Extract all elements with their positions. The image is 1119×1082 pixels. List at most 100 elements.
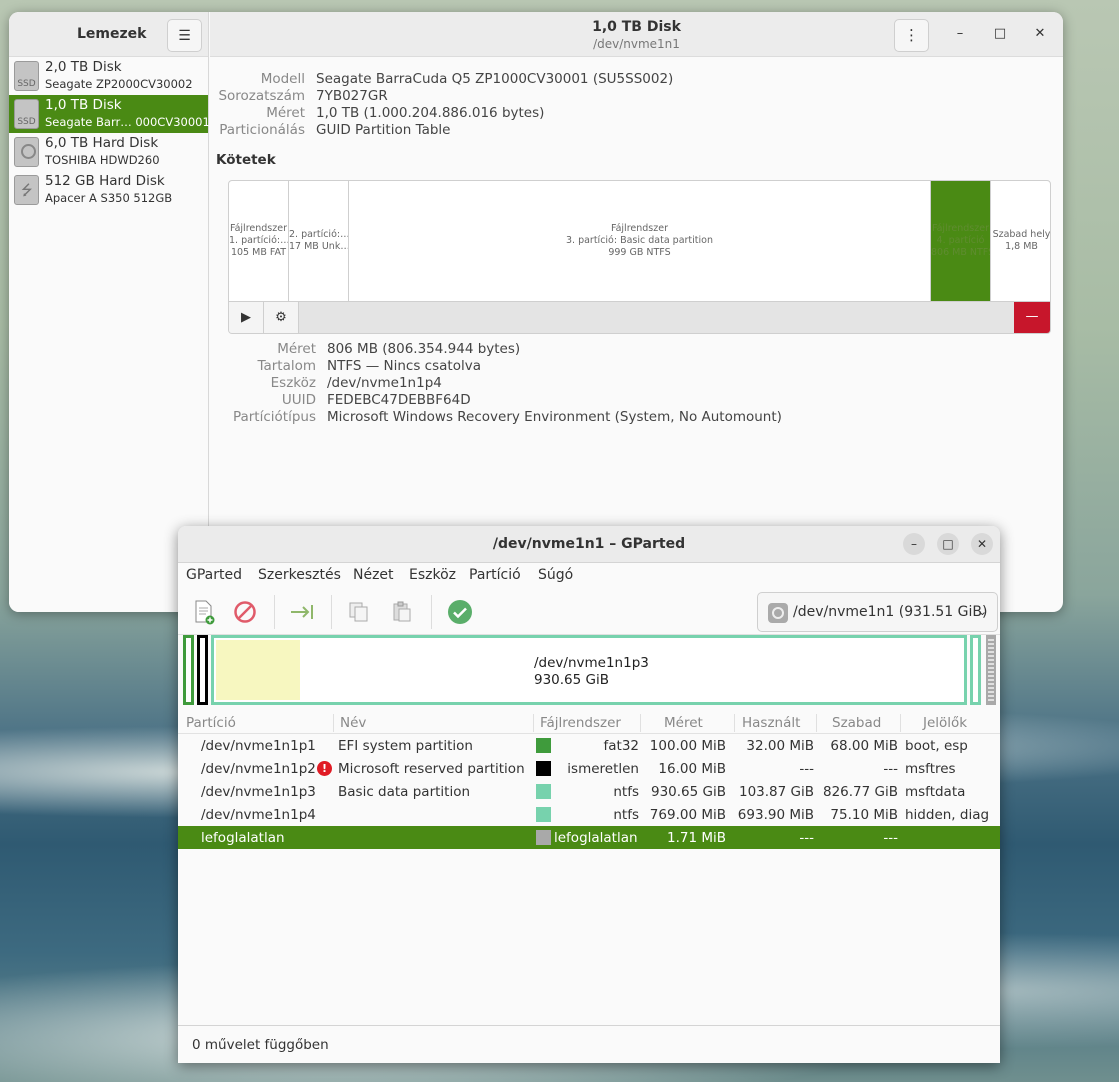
cell-size: 769.00 MiB [649, 807, 726, 823]
drive-name: 1,0 TB Disk [45, 97, 122, 113]
partition-map-unallocated[interactable] [986, 635, 996, 705]
close-button[interactable]: ✕ [1030, 24, 1050, 44]
disk-icon [768, 603, 788, 623]
column-free[interactable]: Szabad [832, 715, 881, 731]
resize-move-button[interactable] [285, 597, 319, 627]
usb-icon [14, 175, 39, 205]
drive-item[interactable]: 512 GB Hard Disk Apacer A S350 512GB [9, 171, 208, 209]
column-partition[interactable]: Partíció [186, 715, 236, 731]
menu-gparted[interactable]: GParted [186, 567, 242, 583]
apply-button[interactable] [443, 597, 477, 627]
cell-partition: /dev/nvme1n1p1 [201, 738, 316, 754]
partition-options-button[interactable]: ⚙ [264, 302, 299, 333]
column-name[interactable]: Név [340, 715, 366, 731]
volume-segment[interactable]: 2. partíció:… 17 MB Unk… [289, 181, 349, 301]
cell-partition: lefoglalatlan [201, 830, 285, 846]
drive-name: 2,0 TB Disk [45, 59, 122, 75]
volume-segment[interactable]: Szabad hely 1,8 MB [991, 181, 1050, 301]
fs-color-swatch [536, 761, 551, 776]
cell-size: 16.00 MiB [658, 761, 726, 777]
menu-edit[interactable]: Szerkesztés [258, 567, 341, 583]
volume-map: Fájlrendszer 1. partíció:… 105 MB FAT 2. p… [228, 180, 1051, 334]
partition-map-p1[interactable] [183, 635, 194, 705]
new-partition-button[interactable] [187, 597, 221, 627]
menu-help[interactable]: Súgó [538, 567, 573, 583]
new-document-icon [195, 600, 215, 625]
menubar: GParted Szerkesztés Nézet Eszköz Partíci… [178, 563, 1000, 589]
cell-name: EFI system partition [338, 738, 473, 754]
info-value: 7YB027GR [316, 88, 388, 104]
cell-flags: boot, esp [905, 738, 968, 754]
cell-filesystem: lefoglalatlan [554, 830, 638, 846]
cell-filesystem: ismeretlen [567, 761, 639, 777]
minus-icon: — [1025, 309, 1039, 324]
copy-button[interactable] [342, 597, 376, 627]
table-row[interactable]: /dev/nvme1n1p1 EFI system partition fat3… [178, 734, 1000, 757]
cell-name: Microsoft reserved partition [338, 761, 525, 777]
partition-map-p2[interactable] [197, 635, 208, 705]
close-button[interactable]: ✕ [971, 533, 993, 555]
cell-name: Basic data partition [338, 784, 471, 800]
table-header: Partíció Név Fájlrendszer Méret Használt… [178, 712, 1000, 734]
drive-options-button[interactable]: ⋮ [894, 19, 929, 52]
table-row[interactable]: /dev/nvme1n1p4 ntfs 769.00 MiB 693.90 Mi… [178, 803, 1000, 826]
volume-toolbar: ▶ ⚙ — [229, 301, 1050, 333]
drive-item[interactable]: 6,0 TB Hard Disk TOSHIBA HDWD260 [9, 133, 208, 171]
cell-used: 103.87 GiB [738, 784, 814, 800]
info-key: Modell [260, 71, 305, 87]
menu-partition[interactable]: Partíció [469, 567, 521, 583]
delete-icon [234, 601, 256, 623]
column-used[interactable]: Használt [742, 715, 800, 731]
column-filesystem[interactable]: Fájlrendszer [540, 715, 621, 731]
delete-button[interactable] [228, 597, 262, 627]
info-key: Méret [266, 105, 305, 121]
cell-free: --- [883, 830, 898, 846]
volume-segment-selected[interactable]: Fájlrendszer 4. partíció 806 MB NTFS [931, 181, 991, 301]
sidebar-title: Lemezek [77, 26, 147, 42]
toolbar-separator [431, 595, 432, 629]
column-size[interactable]: Méret [664, 715, 703, 731]
drive-item[interactable]: SSD 2,0 TB Disk Seagate ZP2000CV30002 [9, 57, 208, 95]
info-value: 1,0 TB (1.000.204.886.016 bytes) [316, 105, 545, 121]
gparted-window: /dev/nvme1n1 – GParted – □ ✕ GParted Sze… [178, 526, 1000, 1063]
cell-free: 826.77 GiB [822, 784, 898, 800]
menu-device[interactable]: Eszköz [409, 567, 456, 583]
paste-button[interactable] [385, 597, 419, 627]
minimize-button[interactable]: – [950, 24, 970, 44]
volume-segment[interactable]: Fájlrendszer 1. partíció:… 105 MB FAT [229, 181, 289, 301]
toolbar-separator [331, 595, 332, 629]
info-value: Seagate BarraCuda Q5 ZP1000CV30001 (SU5S… [316, 71, 674, 87]
disks-headerbar: 1,0 TB Disk /dev/nvme1n1 ⋮ – □ ✕ [210, 12, 1063, 57]
menu-view[interactable]: Nézet [353, 567, 394, 583]
disks-window: Lemezek ☰ SSD 2,0 TB Disk Seagate ZP2000… [9, 12, 1063, 612]
partition-map-p4[interactable] [970, 635, 981, 705]
drive-item-selected[interactable]: SSD 1,0 TB Disk Seagate Barr… 000CV30001 [9, 95, 210, 133]
maximize-button[interactable]: □ [937, 533, 959, 555]
paste-icon [393, 601, 411, 622]
device-selector[interactable]: /dev/nvme1n1 (931.51 GiB) ⌄ [757, 592, 998, 632]
drive-model: Seagate ZP2000CV30002 [45, 77, 193, 91]
toolbar: /dev/nvme1n1 (931.51 GiB) ⌄ [178, 589, 1000, 635]
maximize-button[interactable]: □ [990, 24, 1010, 44]
column-flags[interactable]: Jelölők [923, 715, 967, 731]
volumes-heading: Kötetek [216, 152, 276, 168]
mount-button[interactable]: ▶ [229, 302, 264, 333]
cell-used: 693.90 MiB [737, 807, 814, 823]
check-icon [448, 600, 472, 624]
minimize-button[interactable]: – [903, 533, 925, 555]
delete-partition-button[interactable]: — [1014, 302, 1050, 333]
detail-value: /dev/nvme1n1p4 [327, 375, 442, 391]
disk-title: 1,0 TB Disk [592, 19, 681, 35]
volume-segment[interactable]: Fájlrendszer 3. partíció: Basic data part… [349, 181, 931, 301]
toolbar-separator [274, 595, 275, 629]
info-key: Particionálás [219, 122, 305, 138]
table-row-selected[interactable]: lefoglalatlan lefoglalatlan 1.71 MiB ---… [178, 826, 1000, 849]
menu-button[interactable]: ☰ [167, 19, 202, 52]
partition-map-p3[interactable]: /dev/nvme1n1p3 930.65 GiB [211, 635, 967, 705]
ssd-icon: SSD [14, 61, 39, 91]
table-row[interactable]: /dev/nvme1n1p2 ! Microsoft reserved part… [178, 757, 1000, 780]
fs-color-swatch [536, 738, 551, 753]
fs-color-swatch [536, 807, 551, 822]
detail-value: 806 MB (806.354.944 bytes) [327, 341, 521, 357]
table-row[interactable]: /dev/nvme1n1p3 Basic data partition ntfs… [178, 780, 1000, 803]
